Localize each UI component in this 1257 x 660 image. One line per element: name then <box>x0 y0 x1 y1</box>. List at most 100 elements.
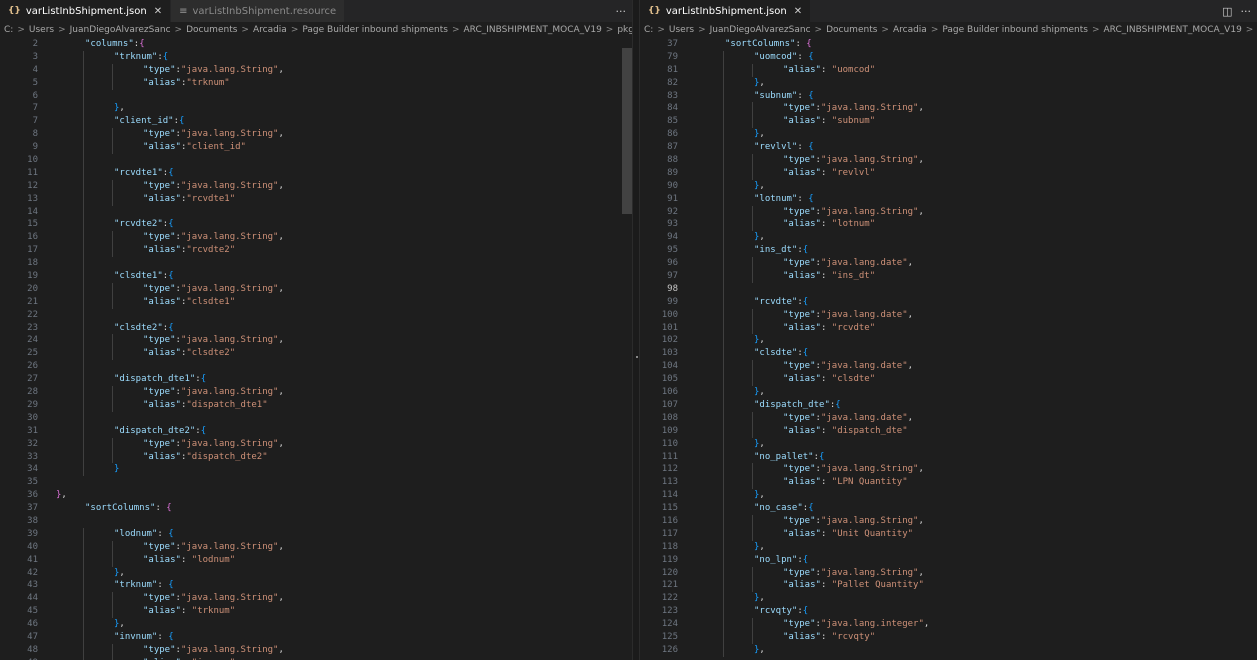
close-icon[interactable]: ✕ <box>154 6 162 17</box>
json-string: "client_id" <box>186 142 246 153</box>
more-actions-icon[interactable]: ··· <box>616 5 627 18</box>
json-key: "no_case" <box>754 503 803 514</box>
code-line: 115 "no_case":{ <box>640 502 1257 515</box>
code-editor[interactable]: 37 "sortColumns": {79 "uomcod": {81 "alias"… <box>640 38 1257 660</box>
indent-guide <box>112 334 113 348</box>
code-text: "columns":{ <box>38 38 145 51</box>
json-punctuation: , <box>278 64 284 75</box>
chevron-right-icon: > <box>290 25 299 35</box>
json-punctuation: : <box>820 167 832 178</box>
split-editor-icon[interactable]: ◫ <box>1222 5 1232 18</box>
close-icon[interactable]: ✕ <box>794 6 802 17</box>
code-line: 7 "client_id":{ <box>0 115 632 129</box>
indent-guide <box>83 411 84 425</box>
json-punctuation: , <box>759 77 765 88</box>
json-punctuation: : <box>820 322 832 333</box>
scroll-thumb[interactable] <box>622 48 632 214</box>
indent-guide <box>83 437 84 451</box>
json-punctuation: : <box>820 374 832 385</box>
breadcrumb-item[interactable]: Arcadia <box>253 25 287 35</box>
code-line: 103 "clsdte":{ <box>640 347 1257 361</box>
line-number: 107 <box>661 399 678 410</box>
json-key: "alias" <box>143 296 181 307</box>
chevron-right-icon: > <box>451 25 460 35</box>
line-number: 13 <box>27 193 38 204</box>
breadcrumb-item[interactable]: JuanDiegoAlvarezSanc <box>710 25 811 35</box>
code-line: 120 "type":"java.lang.String", <box>640 566 1257 580</box>
json-key: "alias" <box>143 348 181 359</box>
breadcrumb-item[interactable]: Page Builder inbound shipments <box>942 25 1088 35</box>
json-punctuation: : <box>820 64 832 75</box>
tab-varlistinbshipment-json[interactable]: {} varListInbShipment.json ✕ <box>640 0 812 22</box>
code-line: 40 "type":"java.lang.String", <box>0 540 632 554</box>
vertical-scrollbar[interactable] <box>622 38 632 660</box>
json-punctuation: , <box>278 593 284 604</box>
breadcrumb-item[interactable]: Arcadia <box>893 25 927 35</box>
indent-guide <box>83 231 84 245</box>
json-punctuation: , <box>759 335 765 346</box>
code-line: 125 "alias": "rcvqty" <box>640 630 1257 644</box>
breadcrumb-item[interactable]: Users <box>669 25 694 35</box>
code-line: 91 "lotnum": { <box>640 192 1257 206</box>
code-line: 95 "ins_dt":{ <box>640 244 1257 258</box>
line-number: 118 <box>661 541 678 552</box>
code-text: "alias": "rcvqty" <box>678 631 875 644</box>
code-line: 123 "rcvqty":{ <box>640 605 1257 619</box>
breadcrumb-item[interactable]: Documents <box>186 25 237 35</box>
json-key: "type" <box>783 309 816 320</box>
breadcrumb-item[interactable]: ARC_INBSHIPMENT_MOCA_V19 <box>464 25 602 35</box>
code-text: "type":"java.lang.String", <box>678 206 924 219</box>
line-number: 48 <box>27 644 38 655</box>
json-punctuation: , <box>119 619 125 630</box>
json-key: "type" <box>783 155 816 166</box>
breadcrumb-item[interactable]: Page Builder inbound shipments <box>302 25 448 35</box>
json-punctuation: , <box>278 283 284 294</box>
json-string: "java.lang.String" <box>820 206 919 217</box>
line-number: 115 <box>661 503 678 514</box>
code-editor[interactable]: 2 "columns":{3 "trknum":{4 "type":"java.lan… <box>0 38 632 660</box>
code-text: "clsdte2":{ <box>38 322 174 335</box>
breadcrumb-item[interactable]: ARC_INBSHIPMENT_MOCA_V19 <box>1104 25 1242 35</box>
json-string: "lotnum" <box>831 219 876 230</box>
code-line: 5 "alias":"trknum" <box>0 76 632 90</box>
tab-varlistinbshipment-resource[interactable]: ≡ varListInbShipment.resource <box>171 0 346 22</box>
code-text: "dispatch_dte2":{ <box>38 425 206 438</box>
indent-guide <box>752 166 753 180</box>
breadcrumb-item[interactable]: JuanDiegoAlvarezSanc <box>70 25 171 35</box>
code-text: "alias":"dispatch_dte2" <box>38 451 268 464</box>
indent-guide <box>752 360 753 374</box>
json-string: "java.lang.String" <box>180 541 279 552</box>
code-line: 118}, <box>640 540 1257 554</box>
breadcrumb-item[interactable]: Users <box>29 25 54 35</box>
json-punctuation: { <box>200 374 207 385</box>
code-text: }, <box>38 567 125 580</box>
breadcrumb-item[interactable]: Documents <box>826 25 877 35</box>
line-number: 123 <box>661 606 678 617</box>
json-punctuation: { <box>808 142 814 153</box>
indent-guide <box>723 579 724 593</box>
line-number: 19 <box>27 271 38 282</box>
json-key: "alias" <box>143 193 181 204</box>
sash-handle[interactable] <box>636 356 638 358</box>
split-divider[interactable] <box>632 0 640 660</box>
json-key: "no_pallet" <box>754 451 814 462</box>
indent-guide <box>83 347 84 361</box>
json-punctuation: , <box>278 335 284 346</box>
indent-guide <box>83 63 84 77</box>
indent-guide <box>723 553 724 567</box>
indent-guide <box>723 476 724 490</box>
breadcrumb-item[interactable]: C: <box>644 25 653 35</box>
indent-guide <box>752 527 753 541</box>
line-number: 30 <box>27 412 38 423</box>
json-key: "type" <box>143 438 176 449</box>
breadcrumb-item[interactable]: C: <box>4 25 13 35</box>
code-line: 44 "type":"java.lang.String", <box>0 592 632 606</box>
breadcrumb-item[interactable]: pkg <box>617 25 632 35</box>
tab-varlistinbshipment-json[interactable]: {} varListInbShipment.json ✕ <box>0 0 172 22</box>
indent-guide <box>723 179 724 193</box>
more-actions-icon[interactable]: ··· <box>1241 5 1252 18</box>
indent-guide <box>752 205 753 219</box>
line-number: 18 <box>27 258 38 269</box>
json-key: "rcvdte2" <box>114 219 163 230</box>
code-text: "type":"java.lang.String", <box>38 438 284 451</box>
